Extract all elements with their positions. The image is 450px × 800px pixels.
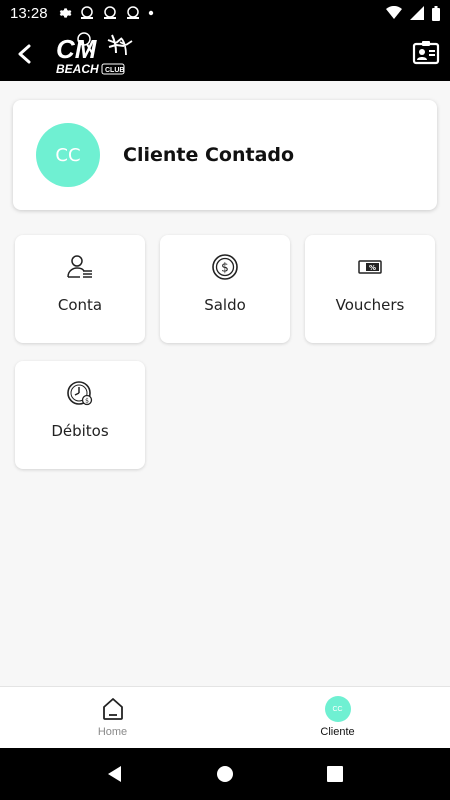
tile-label: Vouchers: [335, 296, 405, 314]
app-notification-icon: [126, 6, 139, 19]
tile-saldo[interactable]: $ Saldo: [160, 235, 290, 343]
status-bar: 13:28: [0, 0, 450, 26]
battery-icon: [432, 5, 440, 21]
svg-text:CM: CM: [56, 34, 98, 64]
triangle-back-icon: [108, 766, 121, 782]
home-icon: [100, 696, 126, 722]
voucher-percent-icon: %: [358, 260, 382, 274]
clock-debit-icon: $: [67, 381, 93, 406]
tile-label: Conta: [57, 296, 103, 314]
nav-label-cliente: Cliente: [320, 726, 355, 738]
status-system-icons: [386, 5, 440, 21]
dollar-coin-icon: $: [212, 254, 238, 280]
signal-icon: [410, 6, 424, 20]
tile-debitos[interactable]: $ Débitos: [15, 361, 145, 469]
nav-label-home: Home: [97, 726, 128, 738]
profile-name: Cliente Contado: [123, 144, 295, 166]
logo-graphic: CM BEACH CLUB: [56, 31, 133, 76]
avatar: CC: [324, 696, 351, 722]
status-notification-icons: [58, 6, 154, 20]
system-nav-bar: [0, 748, 450, 800]
tile-vouchers[interactable]: % Vouchers: [305, 235, 435, 343]
cm-beach-club-logo: CM BEACH CLUB: [54, 26, 144, 81]
wifi-icon: [386, 6, 402, 19]
nav-item-home[interactable]: Home: [0, 687, 225, 749]
tile-conta[interactable]: Conta: [15, 235, 145, 343]
nav-item-cliente[interactable]: CC Cliente: [225, 687, 450, 749]
circle-home-icon: [217, 766, 233, 782]
system-back-button[interactable]: [95, 754, 135, 794]
avatar: CC: [36, 123, 100, 187]
settings-gear-icon: [59, 8, 71, 18]
system-home-button[interactable]: [205, 754, 245, 794]
app-bar: CM BEACH CLUB: [0, 26, 450, 81]
bottom-nav: Home CC Cliente: [0, 686, 450, 748]
system-recents-button[interactable]: [315, 754, 355, 794]
dot-icon: [148, 10, 153, 16]
contact-card-button[interactable]: [412, 39, 440, 67]
tile-label: Débitos: [51, 422, 109, 440]
svg-text:$: $: [221, 261, 229, 275]
back-arrow-icon: [18, 44, 31, 63]
profile-card[interactable]: CC Cliente Contado: [13, 100, 437, 210]
user-list-icon: [67, 255, 92, 278]
status-time: 13:28: [10, 4, 48, 22]
square-recents-icon: [327, 766, 343, 782]
main-content: CC Cliente Contado Conta $ Saldo % Vouch…: [0, 81, 450, 686]
svg-text:%: %: [369, 264, 376, 272]
svg-text:$: $: [85, 398, 89, 405]
svg-text:BEACH: BEACH: [56, 62, 99, 76]
tile-label: Saldo: [204, 296, 246, 314]
svg-text:CLUB: CLUB: [105, 67, 124, 74]
app-notification-icon: [103, 6, 116, 19]
app-notification-icon: [80, 6, 93, 19]
back-button[interactable]: [0, 26, 50, 81]
contact-card-icon: [412, 41, 440, 65]
